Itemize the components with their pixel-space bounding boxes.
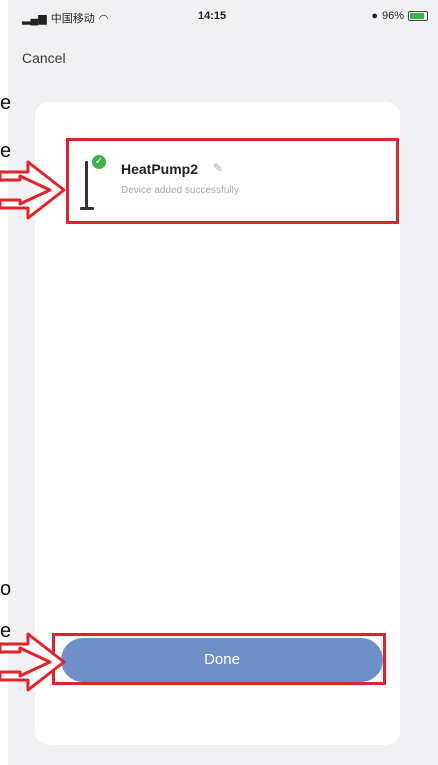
success-check-icon: ✓ [92, 155, 106, 169]
signal-icon: ▂▄▆ [22, 12, 47, 25]
carrier-label: 中国移动 [50, 13, 95, 25]
status-left: ▂▄▆ 中国移动 ◠ [22, 10, 108, 26]
battery-icon [408, 11, 428, 21]
heat-pump-device-icon: ✓ [77, 155, 106, 211]
device-result-item[interactable]: ✓ HeatPump2 ✎ Device added successfully [66, 138, 399, 224]
status-bar: ▂▄▆ 中国移动 ◠ 14:15 ● 96% [8, 0, 438, 30]
wifi-icon: ◠ [98, 12, 109, 25]
device-base [80, 207, 94, 210]
done-button[interactable]: Done [61, 638, 383, 682]
cancel-button[interactable]: Cancel [22, 50, 66, 66]
device-pole [85, 161, 88, 209]
cropped-text-3: o [0, 578, 12, 600]
status-right: ● 96% [371, 10, 428, 22]
device-name: HeatPump2 [121, 161, 199, 177]
annotation-arrow-done [0, 632, 66, 692]
device-status-text: Device added successfully [121, 185, 239, 196]
status-time: 14:15 [198, 10, 227, 22]
cropped-text-1: e [0, 92, 12, 114]
annotation-arrow-device [0, 160, 66, 220]
edit-pencil-icon[interactable]: ✎ [213, 161, 227, 175]
lock-icon: ● [371, 10, 378, 22]
battery-percent: 96% [381, 10, 404, 22]
